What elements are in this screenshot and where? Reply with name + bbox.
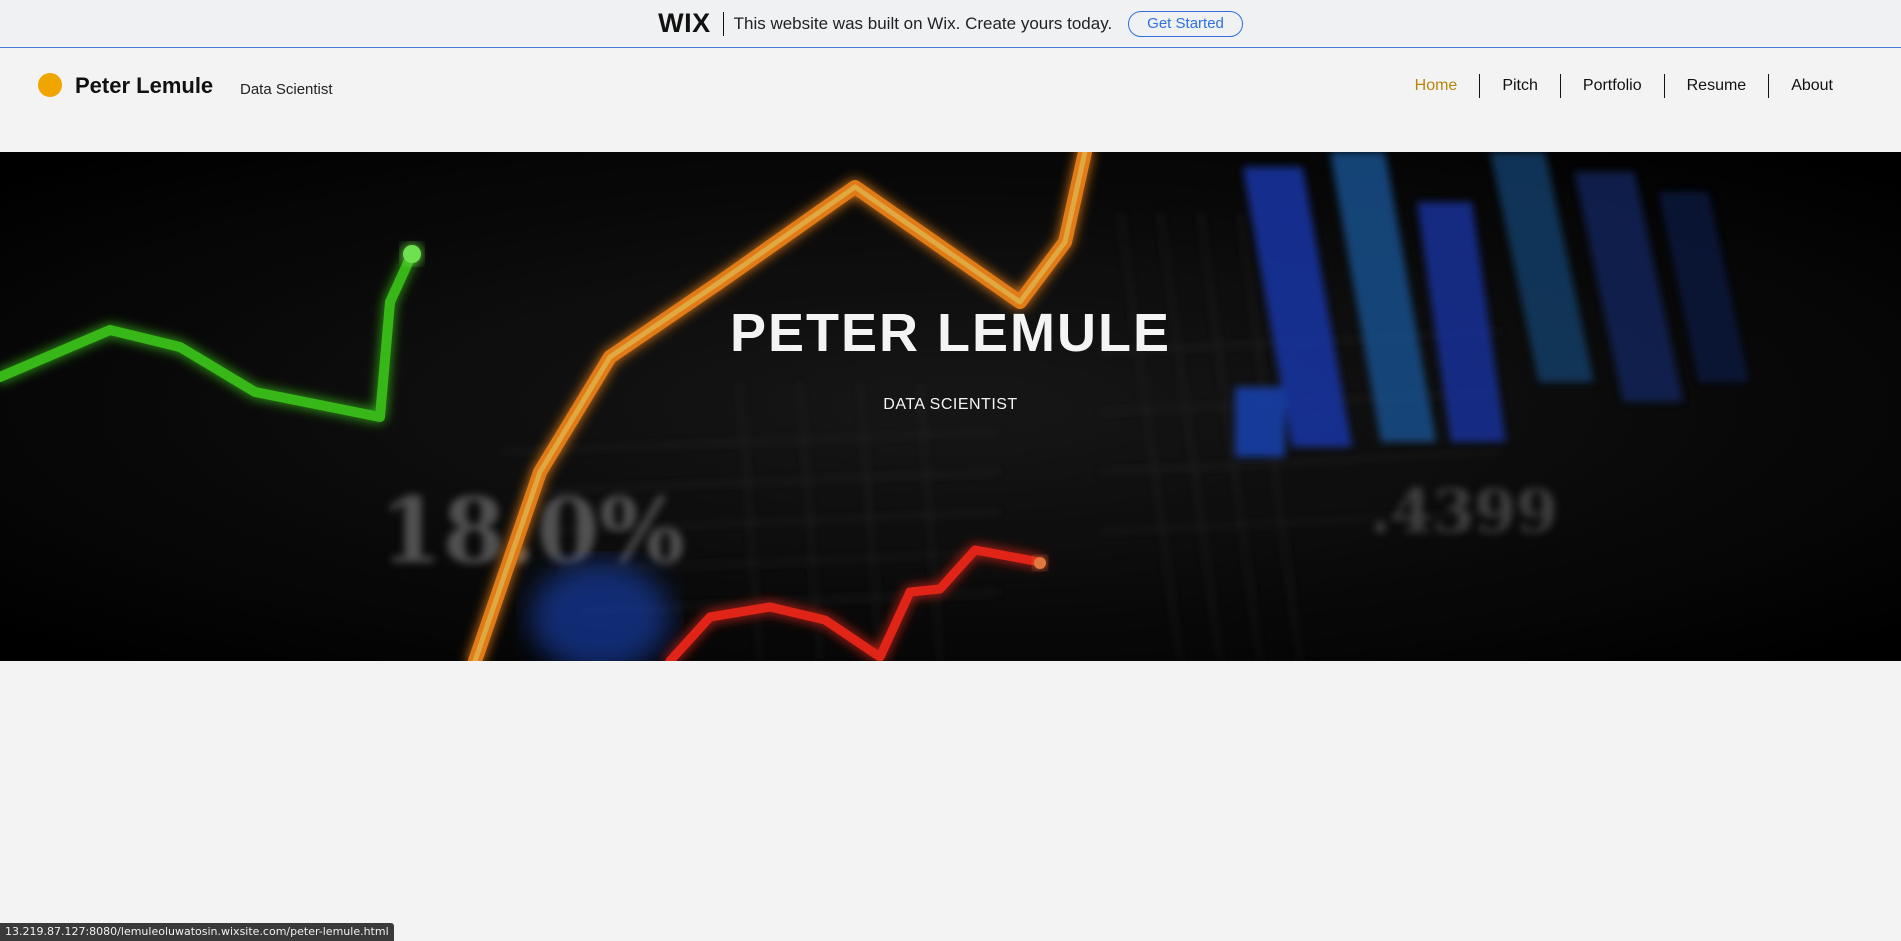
brand-logo-dot[interactable] <box>38 73 62 97</box>
main-nav: Home Pitch Portfolio Resume About <box>1393 73 1855 99</box>
nav-item-portfolio[interactable]: Portfolio <box>1561 73 1664 99</box>
get-started-button[interactable]: Get Started <box>1128 10 1243 37</box>
nav-item-pitch[interactable]: Pitch <box>1480 73 1560 99</box>
brand-name[interactable]: Peter Lemule <box>75 73 213 99</box>
status-bar-url: 13.219.87.127:8080/lemuleoluwatosin.wixs… <box>0 923 394 941</box>
nav-item-about[interactable]: About <box>1769 73 1855 99</box>
wix-logo[interactable]: WIX <box>658 8 711 39</box>
nav-item-resume[interactable]: Resume <box>1665 73 1769 99</box>
site-header: Peter Lemule Data Scientist Home Pitch P… <box>0 49 1901 152</box>
nav-item-home[interactable]: Home <box>1393 73 1480 99</box>
hero-banner: 18.0% .4399 PETER LEMULE DATA SCIENTIST <box>0 152 1901 661</box>
wix-banner-message: This website was built on Wix. Create yo… <box>733 13 1113 33</box>
wix-banner-divider <box>722 11 724 36</box>
hero-subtitle: DATA SCIENTIST <box>883 396 1018 413</box>
hero-title: PETER LEMULE <box>729 303 1172 363</box>
brand-tagline: Data Scientist <box>240 81 333 98</box>
wix-banner: WIX This website was built on Wix. Creat… <box>0 0 1901 48</box>
